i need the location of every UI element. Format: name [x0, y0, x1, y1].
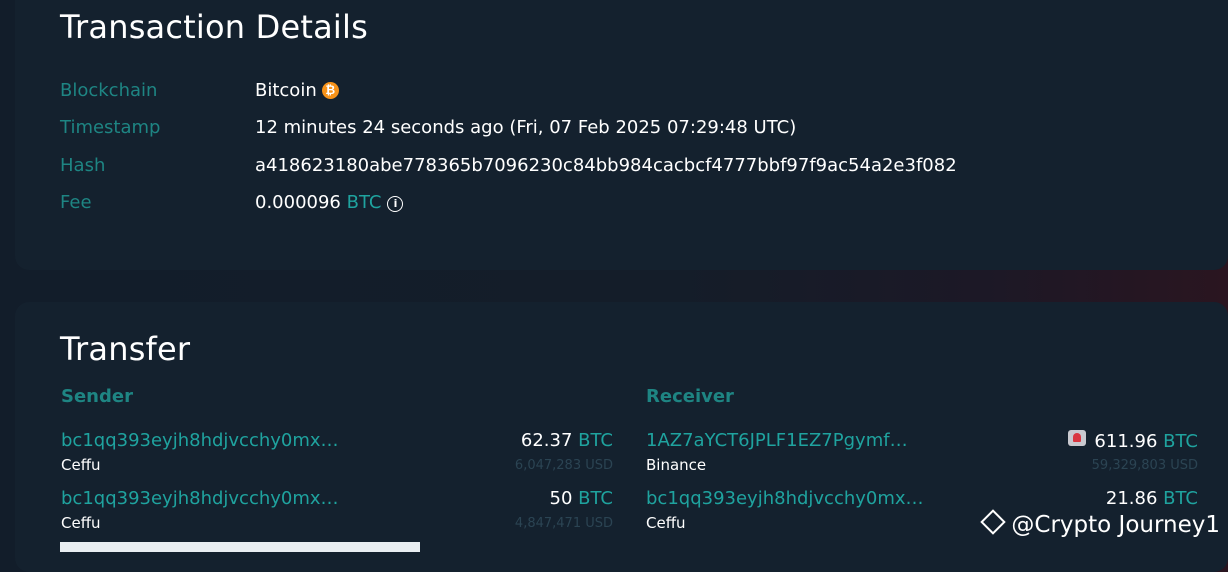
receiver-unit: BTC — [1163, 431, 1198, 452]
receiver-unit: BTC — [1163, 488, 1198, 509]
hash-link[interactable]: a418623180abe778365b7096230c84bb984cacbc… — [255, 155, 957, 176]
sender-entry: bc1qq393eyjh8hdjvcchy0mx… Ceffu 62.37 BT… — [61, 430, 613, 478]
blockchain-value: Bitcoin — [255, 80, 317, 101]
sender-amount-wrap: 62.37 BTC — [521, 430, 613, 451]
receiver-address-link[interactable]: 1AZ7aYCT6JPLF1EZ7Pgymf… — [646, 430, 908, 451]
sender-address-link[interactable]: bc1qq393eyjh8hdjvcchy0mx… — [61, 488, 339, 509]
details-title: Transaction Details — [60, 8, 368, 46]
sender-usd: 6,047,283 USD — [514, 458, 613, 473]
sender-owner: Ceffu — [61, 514, 101, 532]
receiver-amount: 21.86 — [1105, 488, 1158, 509]
receiver-amount: 611.96 — [1094, 431, 1158, 452]
sender-unit: BTC — [578, 488, 613, 509]
receiver-owner: Ceffu — [646, 514, 686, 532]
receiver-amount-wrap: 611.96 BTC — [1068, 430, 1198, 452]
sender-owner: Ceffu — [61, 456, 101, 474]
sender-usd: 4,847,471 USD — [514, 516, 613, 531]
sender-amount: 62.37 — [520, 430, 573, 451]
bottom-image-strip — [60, 542, 420, 552]
sender-amount: 50 — [549, 488, 573, 509]
receiver-heading: Receiver — [646, 386, 734, 407]
fee-unit: BTC — [346, 192, 382, 213]
blockchain-value-wrap: Bitcoin ₿ — [255, 80, 339, 101]
receiver-amount-wrap: 21.86 BTC — [1106, 488, 1198, 509]
transfer-title: Transfer — [60, 330, 191, 368]
sender-address-link[interactable]: bc1qq393eyjh8hdjvcchy0mx… — [61, 430, 339, 451]
fee-value-wrap: 0.000096 BTC i — [255, 192, 404, 213]
receiver-address-link[interactable]: bc1qq393eyjh8hdjvcchy0mx… — [646, 488, 924, 509]
blockchain-label: Blockchain — [60, 80, 158, 101]
transaction-details-card: Transaction Details Blockchain Bitcoin ₿ … — [15, 0, 1228, 270]
bitcoin-icon: ₿ — [321, 82, 339, 99]
watermark: @Crypto Journey1 — [980, 509, 1220, 538]
fee-label: Fee — [60, 192, 92, 213]
watermark-text: @Crypto Journey1 — [1011, 512, 1220, 538]
timestamp-label: Timestamp — [60, 117, 161, 138]
sender-entry: bc1qq393eyjh8hdjvcchy0mx… Ceffu 50 BTC 4… — [61, 488, 613, 536]
alert-siren-icon — [1068, 430, 1087, 446]
sender-amount-wrap: 50 BTC — [550, 488, 614, 509]
hash-label: Hash — [60, 155, 106, 176]
fee-amount: 0.000096 — [255, 192, 341, 213]
sender-unit: BTC — [578, 430, 613, 451]
timestamp-value: 12 minutes 24 seconds ago (Fri, 07 Feb 2… — [255, 117, 797, 138]
receiver-entry: 1AZ7aYCT6JPLF1EZ7Pgymf… Binance 611.96 B… — [646, 430, 1198, 478]
diamond-logo-icon — [980, 509, 1007, 535]
receiver-owner: Binance — [646, 456, 707, 474]
receiver-usd: 59,329,803 USD — [1091, 458, 1198, 473]
info-icon[interactable]: i — [387, 196, 404, 212]
sender-heading: Sender — [61, 386, 133, 407]
